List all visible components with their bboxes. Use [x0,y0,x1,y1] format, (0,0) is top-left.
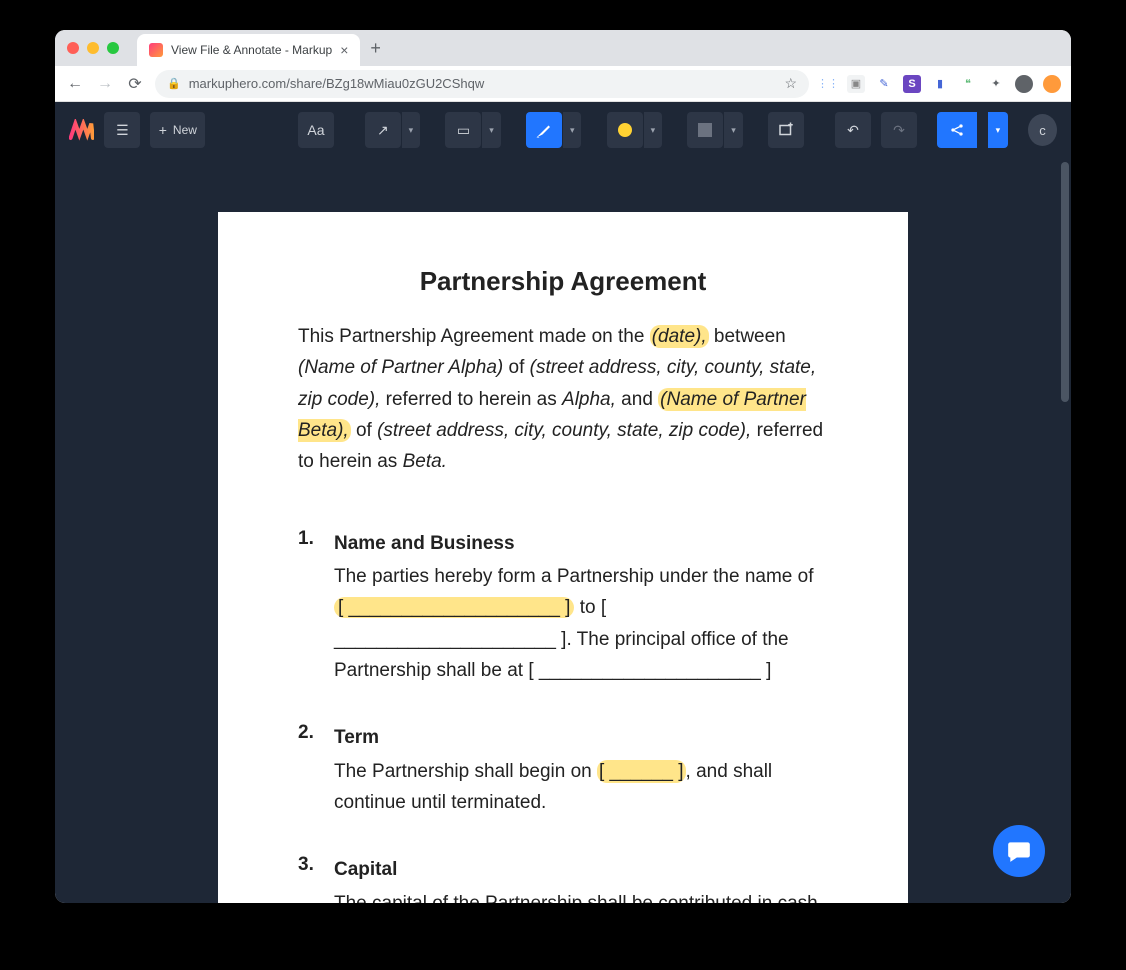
new-label: New [173,123,197,137]
new-button[interactable]: + New [150,112,205,148]
canvas-area[interactable]: Partnership Agreement This Partnership A… [55,158,1071,903]
extensions-puzzle-icon[interactable]: ✦ [987,75,1005,93]
chat-icon [1006,838,1032,864]
avatar-letter: c [1039,123,1046,138]
extension-icon[interactable] [1043,75,1061,93]
undo-icon: ↶ [847,122,859,139]
highlighter-dropdown[interactable]: ▾ [563,112,581,148]
highlight-name-blank[interactable]: [ ____________________ ] [334,597,574,618]
section-3: 3. Capital The capital of the Partnershi… [298,854,828,903]
share-icon [949,122,965,138]
chrome-tab-bar: View File & Annotate - Markup × + [55,30,1071,66]
section-1: 1. Name and Business The parties hereby … [298,528,828,687]
user-avatar[interactable]: c [1028,114,1057,146]
new-tab-button[interactable]: + [370,38,381,59]
redo-button[interactable]: ↷ [881,112,917,148]
share-dropdown[interactable]: ▾ [988,112,1008,148]
hamburger-icon: ☰ [116,122,129,139]
extension-icon[interactable]: ❝ [959,75,977,93]
fill-dropdown[interactable]: ▾ [724,112,742,148]
section-title: Name and Business [334,528,828,559]
profile-avatar-icon[interactable] [1015,75,1033,93]
yellow-color-icon [618,123,632,137]
favicon-icon [149,43,163,57]
text-icon: Aa [307,122,324,138]
reload-button[interactable]: ⟳ [125,74,145,94]
intro-paragraph: This Partnership Agreement made on the (… [298,321,828,478]
minimize-window-button[interactable] [87,42,99,54]
maximize-window-button[interactable] [107,42,119,54]
url-text: markuphero.com/share/BZg18wMiau0zGU2CShq… [189,76,777,91]
highlighter-tool-button[interactable] [526,112,562,148]
extension-icon[interactable]: ✎ [875,75,893,93]
forward-button[interactable]: → [95,75,115,93]
chat-support-button[interactable] [993,825,1045,877]
extension-icon[interactable]: S [903,75,921,93]
bookmark-star-icon[interactable]: ☆ [784,75,797,92]
section-title: Term [334,722,828,753]
browser-tab[interactable]: View File & Annotate - Markup × [137,34,360,66]
share-button[interactable] [937,112,977,148]
color-dropdown[interactable]: ▾ [644,112,662,148]
highlight-date-blank[interactable]: [ ______ ] [597,760,686,783]
extension-icon[interactable]: ▣ [847,75,865,93]
rectangle-tool-button[interactable]: ▭ [445,112,481,148]
add-image-button[interactable] [768,112,804,148]
arrow-tool-button[interactable]: ↗ [365,112,401,148]
color-picker-button[interactable] [607,112,643,148]
menu-button[interactable]: ☰ [104,112,140,148]
rectangle-icon: ▭ [457,122,470,139]
scrollbar-thumb[interactable] [1061,162,1069,402]
extension-icons: ⋮⋮ ▣ ✎ S ▮ ❝ ✦ [819,75,1061,93]
address-bar: ← → ⟳ 🔒 markuphero.com/share/BZg18wMiau0… [55,66,1071,102]
browser-window: View File & Annotate - Markup × + ← → ⟳ … [55,30,1071,903]
document-page: Partnership Agreement This Partnership A… [218,212,908,903]
redo-icon: ↷ [893,122,905,139]
undo-button[interactable]: ↶ [835,112,871,148]
image-plus-icon [777,121,795,139]
arrow-dropdown[interactable]: ▾ [402,112,420,148]
extension-icon[interactable]: ⋮⋮ [819,75,837,93]
extension-icon[interactable]: ▮ [931,75,949,93]
section-2: 2. Term The Partnership shall begin on [… [298,722,828,818]
document-title: Partnership Agreement [298,266,828,297]
arrow-icon: ↗ [377,122,389,139]
fill-icon [698,123,712,137]
fill-tool-button[interactable] [687,112,723,148]
section-title: Capital [334,854,828,885]
url-input[interactable]: 🔒 markuphero.com/share/BZg18wMiau0zGU2CS… [155,70,809,98]
rectangle-dropdown[interactable]: ▾ [482,112,500,148]
section-list: 1. Name and Business The parties hereby … [298,528,828,903]
plus-icon: + [159,122,167,138]
text-tool-button[interactable]: Aa [298,112,334,148]
close-tab-icon[interactable]: × [340,42,348,58]
window-controls [67,42,119,54]
app-logo [69,119,94,141]
back-button[interactable]: ← [65,75,85,93]
highlighter-icon [535,121,553,139]
tab-title: View File & Annotate - Markup [171,43,332,57]
close-window-button[interactable] [67,42,79,54]
app-toolbar: ☰ + New Aa ↗ ▾ ▭ ▾ ▾ ▾ ▾ [55,102,1071,158]
lock-icon: 🔒 [167,77,181,90]
highlight-date[interactable]: (date), [650,325,709,348]
